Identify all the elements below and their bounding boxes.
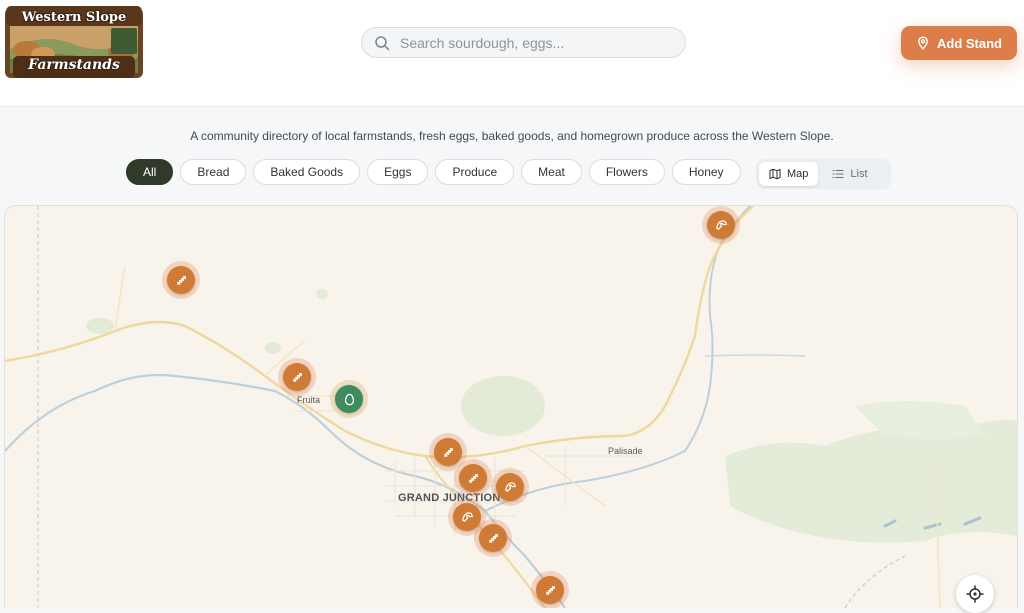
view-toggle: Map List (756, 159, 891, 189)
filter-chip-meat[interactable]: Meat (521, 159, 582, 185)
site-logo[interactable]: Western Slope Farmstands (3, 4, 145, 82)
croissant-icon (461, 511, 473, 522)
filter-chip-all[interactable]: All (126, 159, 174, 185)
city-label-grand-junction: GRAND JUNCTION (398, 492, 501, 504)
map-view-button[interactable]: Map (759, 162, 819, 186)
map-marker[interactable] (278, 358, 316, 396)
map-marker[interactable] (162, 261, 200, 299)
list-icon (832, 169, 844, 179)
map-icon (769, 168, 781, 180)
map-marker[interactable] (531, 571, 569, 608)
wheat-icon (443, 447, 453, 457)
croissant-icon (504, 481, 516, 492)
place-label-palisade: Palisade (608, 446, 643, 456)
list-view-label: List (850, 168, 868, 180)
wheat-icon (176, 275, 186, 285)
map-marker[interactable] (474, 519, 512, 557)
filter-chip-baked-goods[interactable]: Baked Goods (253, 159, 361, 185)
category-filters: All Bread Baked Goods Eggs Produce Meat … (126, 159, 741, 185)
wheat-icon (488, 533, 498, 543)
croissant-icon (715, 219, 727, 230)
filter-chip-produce[interactable]: Produce (435, 159, 515, 185)
logo-title-bottom: Farmstands (28, 57, 120, 73)
add-stand-label: Add Stand (937, 35, 1002, 51)
filter-chip-eggs[interactable]: Eggs (367, 159, 429, 185)
site-tagline: A community directory of local farmstand… (190, 129, 834, 143)
search-bar[interactable] (361, 27, 686, 58)
stand-map[interactable]: Fruita Palisade GRAND JUNCTION (4, 205, 1018, 608)
map-marker[interactable] (702, 206, 740, 244)
filter-chip-honey[interactable]: Honey (671, 159, 741, 185)
top-bar: Western Slope Farmstands Add Stand (0, 0, 1024, 107)
map-marker[interactable] (491, 468, 529, 506)
map-basemap (5, 206, 1017, 608)
place-label-fruita: Fruita (297, 395, 321, 405)
map-pin-icon (918, 36, 928, 50)
locate-me-button[interactable] (956, 575, 994, 613)
search-icon (375, 35, 390, 50)
wheat-icon (292, 372, 302, 382)
add-stand-button[interactable]: Add Stand (901, 26, 1017, 60)
egg-icon (344, 393, 354, 405)
search-input[interactable] (398, 33, 672, 52)
wheat-icon (468, 473, 478, 483)
map-marker[interactable] (330, 380, 368, 418)
crosshair-icon (966, 585, 984, 603)
map-marker[interactable] (454, 459, 492, 497)
list-view-button[interactable]: List (822, 162, 877, 186)
filter-chip-flowers[interactable]: Flowers (588, 159, 665, 185)
wheat-icon (545, 585, 555, 595)
logo-title-top: Western Slope (21, 10, 127, 25)
map-view-label: Map (787, 168, 809, 180)
filter-chip-bread[interactable]: Bread (180, 159, 247, 185)
